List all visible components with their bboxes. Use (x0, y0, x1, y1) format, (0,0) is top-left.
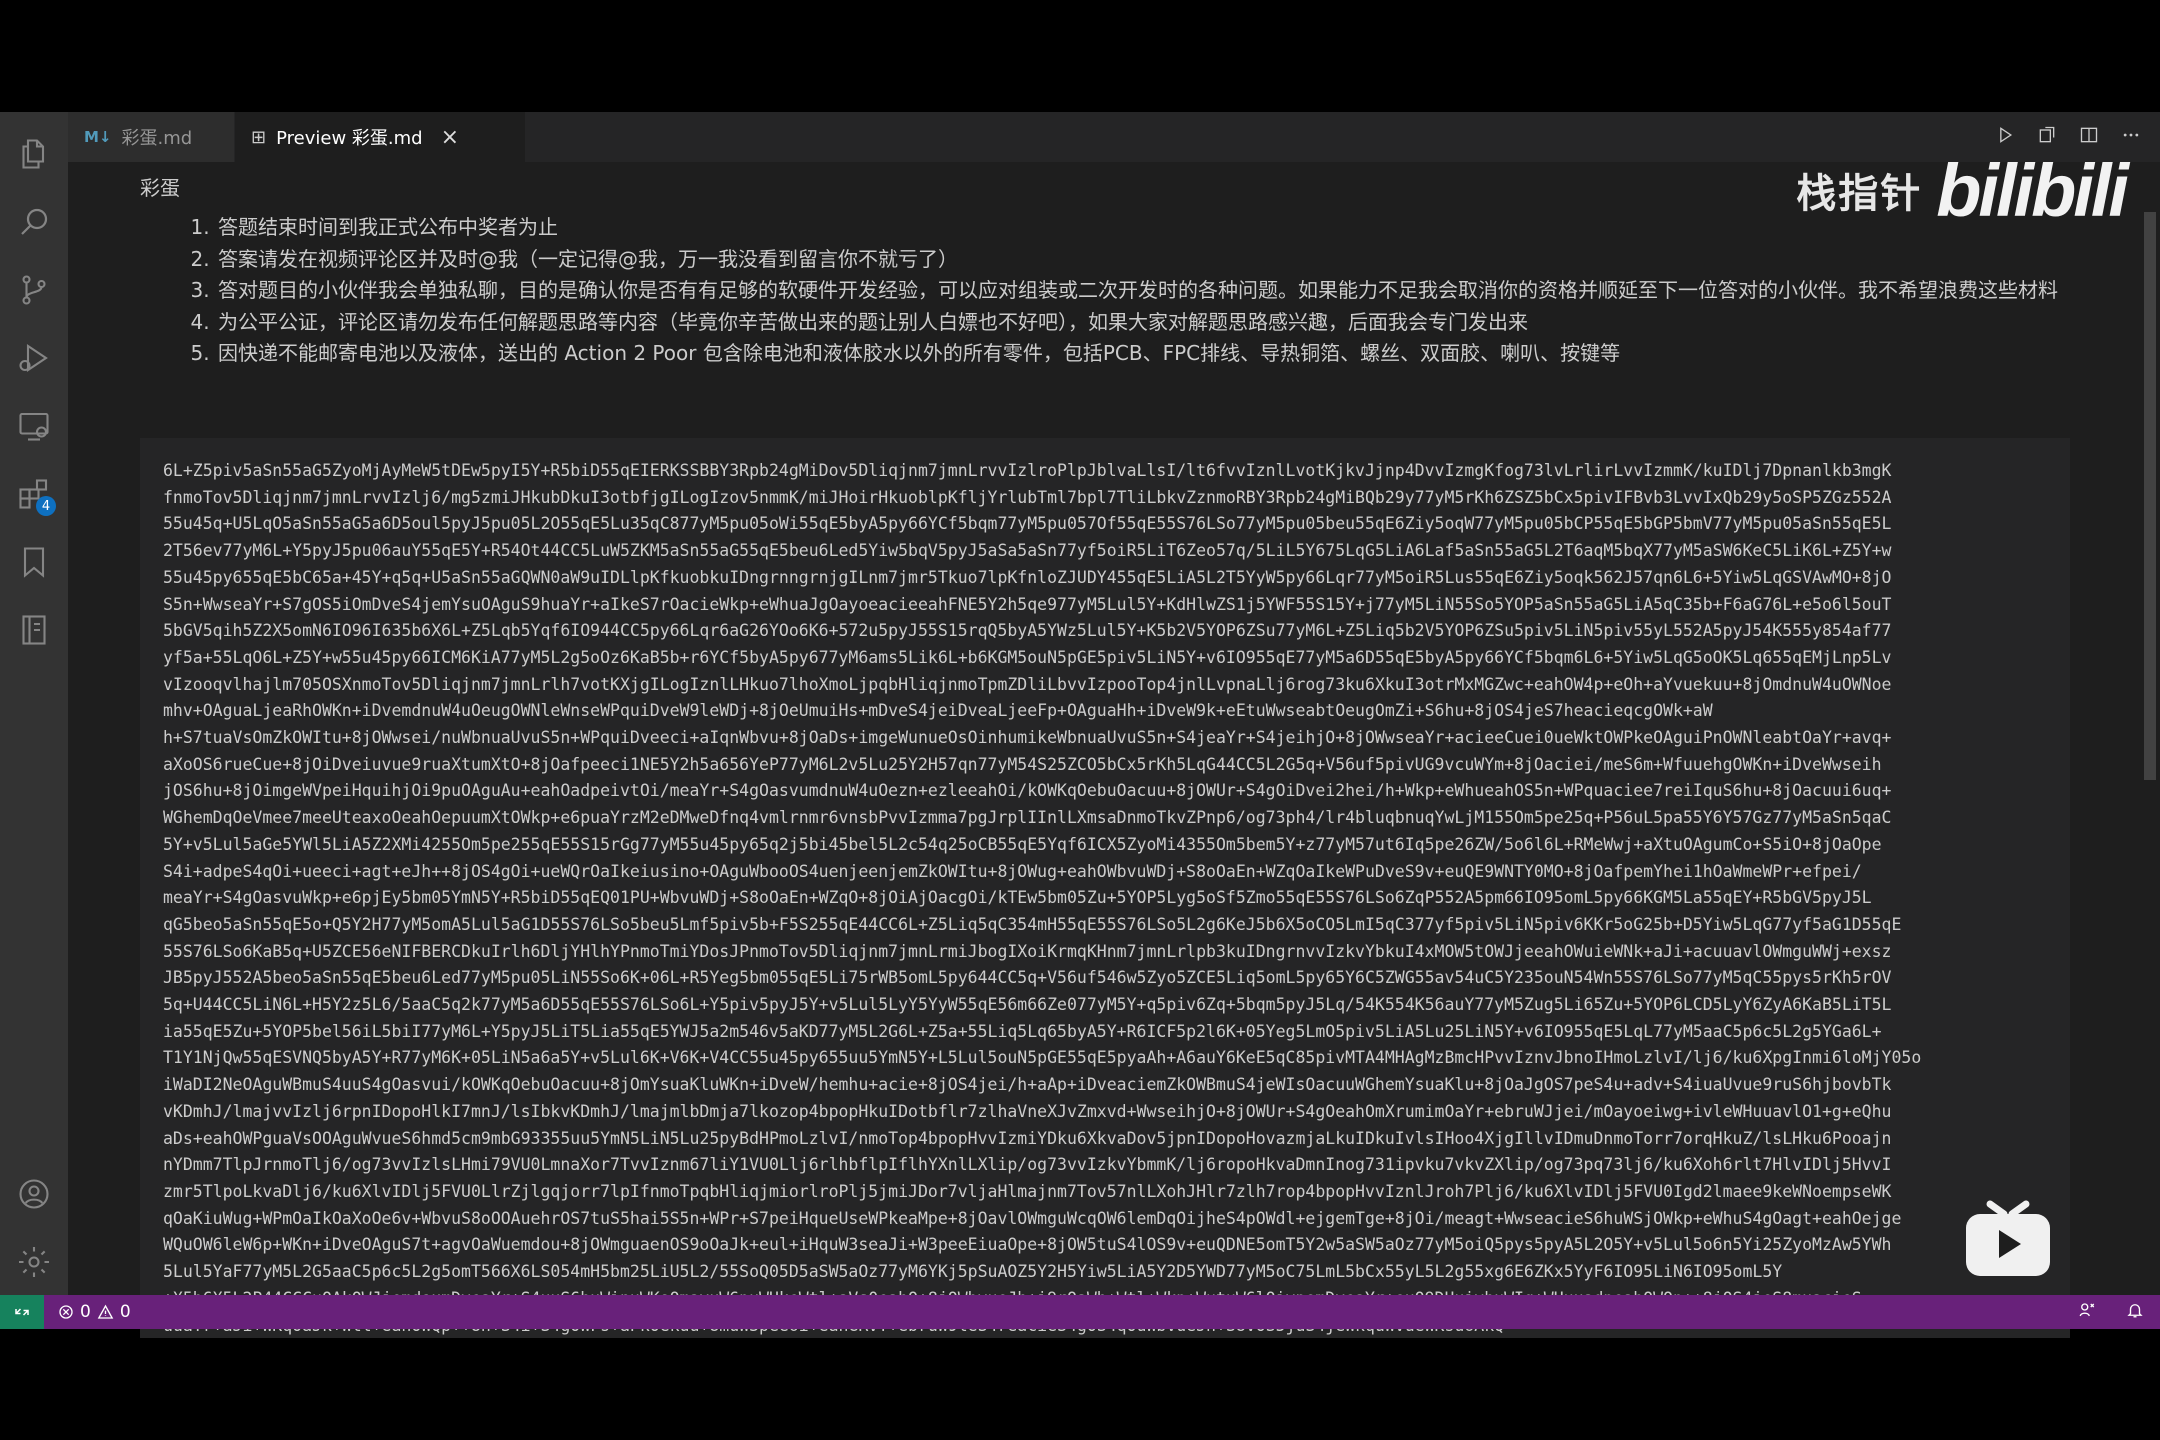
tab-preview[interactable]: ⊞ Preview 彩蛋.md × (235, 112, 525, 162)
list-item: 为公平公证，评论区请勿发布任何解题思路等内容（毕竟你辛苦做出来的题让别人白嫖也不… (216, 307, 2058, 339)
code-block: 6L+Z5piv5aSn55aG5ZyoMjAyMeW5tDEw5pyI5Y+R… (140, 438, 2070, 1338)
problems-indicator[interactable]: 0 0 (58, 1295, 131, 1329)
bookmark-icon[interactable] (12, 540, 56, 584)
search-icon[interactable] (12, 200, 56, 244)
extensions-badge: 4 (36, 496, 56, 516)
bilibili-watermark: 栈指针 bilibili (1796, 148, 2129, 232)
warning-icon (97, 1304, 114, 1319)
extensions-icon[interactable]: 4 (12, 472, 56, 516)
channel-name: 栈指针 (1796, 171, 1923, 217)
markdown-preview: 彩蛋 答题结束时间到我正式公布中奖者为止 答案请发在视频评论区并及时@我（一定记… (68, 162, 2160, 1338)
tab-label: 彩蛋.md (121, 128, 193, 149)
tab-markdown-source[interactable]: M↓ 彩蛋.md (68, 112, 234, 162)
list-item: 答题结束时间到我正式公布中奖者为止 (216, 212, 2058, 244)
status-right (2078, 1295, 2144, 1329)
notifications-bell-icon[interactable] (2126, 1301, 2144, 1324)
split-editor-icon[interactable] (2078, 125, 2100, 150)
feedback-icon[interactable] (2078, 1301, 2096, 1324)
vscode-window: 4 M↓ 彩蛋.md ⊞ Preview 彩蛋.md × 彩蛋 1. 答题结束时… (0, 112, 2160, 1338)
settings-gear-icon[interactable] (12, 1240, 56, 1284)
markdown-icon: M↓ (84, 128, 112, 146)
status-bar: 0 0 (0, 1295, 2160, 1329)
account-icon[interactable] (12, 1172, 56, 1216)
more-actions-icon[interactable] (2120, 125, 2142, 150)
bilibili-logo: bilibili (1936, 148, 2129, 232)
remote-explorer-icon[interactable] (12, 404, 56, 448)
notebook-icon[interactable] (12, 608, 56, 652)
error-count: 0 (80, 1302, 91, 1322)
open-source-icon[interactable] (2036, 125, 2058, 150)
rules-list: 答题结束时间到我正式公布中奖者为止 答案请发在视频评论区并及时@我（一定记得@我… (176, 212, 2058, 370)
preview-icon: ⊞ (251, 126, 267, 148)
run-debug-icon[interactable] (12, 336, 56, 380)
source-control-icon[interactable] (12, 268, 56, 312)
warning-count: 0 (119, 1302, 131, 1322)
explorer-icon[interactable] (12, 132, 56, 176)
error-icon (59, 1305, 73, 1319)
activity-bar: 4 (0, 112, 68, 1295)
run-icon[interactable] (1994, 125, 2016, 150)
document-title: 彩蛋 (140, 176, 180, 200)
close-icon[interactable]: × (441, 125, 459, 150)
list-item: 答案请发在视频评论区并及时@我（一定记得@我，万一我没看到留言你不就亏了） (216, 244, 2058, 276)
list-item: 因快递不能邮寄电池以及液体，送出的 Action 2 Poor 包含除电池和液体… (216, 338, 2058, 370)
base64-text: 6L+Z5piv5aSn55aG5ZyoMjAyMeW5tDEw5pyI5Y+R… (163, 461, 1922, 1335)
vertical-scrollbar[interactable] (2144, 212, 2156, 780)
tab-label: Preview 彩蛋.md (276, 128, 423, 149)
list-item: 答对题目的小伙伴我会单独私聊，目的是确认你是否有有足够的软硬件开发经验，可以应对… (216, 275, 2058, 307)
tv-play-icon (1952, 1192, 2064, 1282)
remote-indicator-icon[interactable] (0, 1295, 44, 1329)
